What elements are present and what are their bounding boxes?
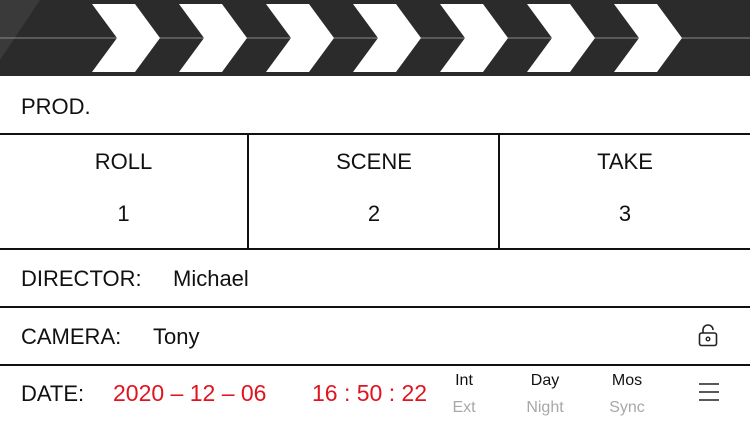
int-ext-toggle[interactable]: Int Ext xyxy=(434,372,494,417)
director-label: DIRECTOR: xyxy=(21,266,142,291)
date-value[interactable]: 2020 – 12 – 06 xyxy=(113,380,266,407)
camera-value[interactable]: Tony xyxy=(153,324,199,350)
mos-sync-toggle[interactable]: Mos Sync xyxy=(597,372,657,417)
lock-icon[interactable] xyxy=(698,323,718,352)
prod-row[interactable]: PROD. xyxy=(0,76,750,135)
roll-cell[interactable]: ROLL 1 xyxy=(0,135,249,248)
date-label: DATE: xyxy=(21,381,85,406)
hamburger-menu-icon[interactable] xyxy=(699,383,719,406)
roll-label: ROLL xyxy=(94,149,153,174)
int-option[interactable]: Int xyxy=(434,372,494,390)
ext-option[interactable]: Ext xyxy=(434,399,494,417)
roll-value[interactable]: 1 xyxy=(0,201,247,227)
night-option[interactable]: Night xyxy=(515,399,575,417)
scene-cell[interactable]: SCENE 2 xyxy=(250,135,500,248)
clapper-stick[interactable] xyxy=(0,0,750,76)
time-value[interactable]: 16 : 50 : 22 xyxy=(312,380,427,407)
camera-label: CAMERA: xyxy=(21,324,122,349)
director-row[interactable]: DIRECTOR: Michael xyxy=(0,250,750,308)
scene-label: SCENE xyxy=(336,149,412,174)
date-row: DATE: 2020 – 12 – 06 16 : 50 : 22 Int Ex… xyxy=(0,366,750,422)
take-cell[interactable]: TAKE 3 xyxy=(500,135,750,248)
prod-label: PROD. xyxy=(21,94,91,119)
day-night-toggle[interactable]: Day Night xyxy=(515,372,575,417)
director-value[interactable]: Michael xyxy=(173,266,249,292)
roll-scene-take-row: ROLL 1 SCENE 2 TAKE 3 xyxy=(0,135,750,250)
take-value[interactable]: 3 xyxy=(500,201,750,227)
day-option[interactable]: Day xyxy=(515,372,575,390)
scene-value[interactable]: 2 xyxy=(250,201,498,227)
camera-row[interactable]: CAMERA: Tony xyxy=(0,308,750,366)
clapper-stripes xyxy=(0,0,750,72)
take-label: TAKE xyxy=(597,149,653,174)
sync-option[interactable]: Sync xyxy=(597,399,657,417)
mos-option[interactable]: Mos xyxy=(597,372,657,390)
